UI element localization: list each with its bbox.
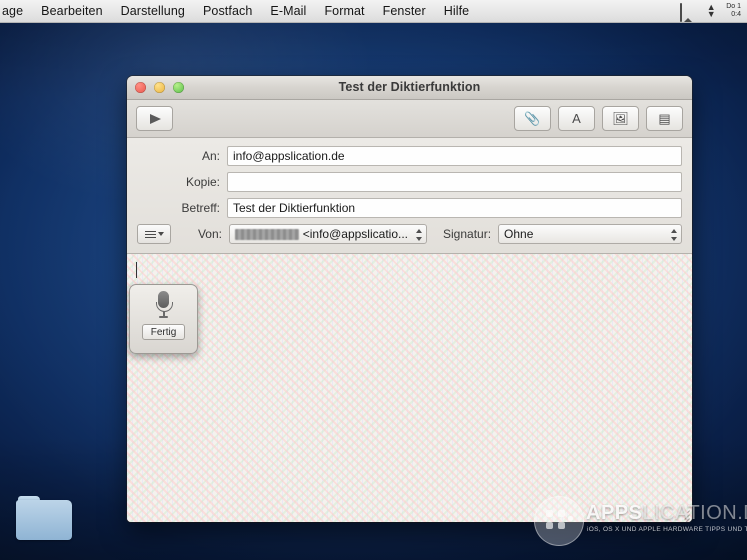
watermark-subtitle: iOS, OS X UND APPLE HARDWARE TIPPS UND T… [587, 526, 747, 533]
folder-body [16, 500, 72, 540]
toolbar-right-group: 📎 A 🖼 ▤ [514, 106, 683, 131]
airplay-icon[interactable] [680, 2, 696, 22]
window-resize-grip[interactable] [678, 508, 690, 522]
message-body[interactable]: Fertig [127, 254, 692, 522]
cc-row: Kopie: [137, 171, 682, 193]
list-lines-icon [144, 230, 156, 238]
dictation-popover: Fertig [129, 284, 198, 354]
menu-bar: age Bearbeiten Darstellung Postfach E-Ma… [0, 0, 747, 23]
clock-line-1: Do 1 [726, 3, 741, 10]
close-button[interactable] [135, 82, 146, 93]
fonts-button[interactable]: A [558, 106, 595, 131]
subject-input[interactable]: Test der Diktierfunktion [227, 198, 682, 218]
to-row: An: info@appslication.de [137, 145, 682, 167]
photo-browser-button[interactable]: 🖼 [602, 106, 639, 131]
photo-icon: 🖼 [612, 111, 629, 126]
menu-bar-clock[interactable]: Do 1 0:4 [726, 3, 743, 19]
chevron-down-icon [157, 232, 164, 236]
stationery-icon: ▤ [658, 111, 671, 126]
menu-bar-status-area: ▲ ▼ Do 1 0:4 [657, 2, 747, 22]
attach-button[interactable]: 📎 [514, 106, 551, 131]
menu-darstellung[interactable]: Darstellung [112, 0, 194, 22]
dropbox-icon[interactable] [657, 4, 673, 19]
signature-popup[interactable]: Ohne [498, 224, 682, 244]
cc-input[interactable] [227, 172, 682, 192]
text-caret [136, 262, 137, 278]
header-fields-menu-button[interactable] [137, 224, 171, 244]
compose-toolbar: 📎 A 🖼 ▤ [127, 100, 692, 138]
desktop-folder[interactable] [16, 496, 72, 542]
microphone-icon [156, 291, 173, 318]
send-icon [150, 113, 161, 124]
to-label: An: [201, 149, 220, 163]
minimize-button[interactable] [154, 82, 165, 93]
from-row: Von: <info@appslicatio... Signatur: Ohne [137, 223, 682, 245]
desktop-screen: age Bearbeiten Darstellung Postfach E-Ma… [0, 0, 747, 560]
from-label: Von: [197, 227, 222, 241]
popup-steppers-icon [415, 229, 422, 241]
send-button[interactable] [136, 106, 173, 131]
sort-arrows-icon[interactable]: ▲ ▼ [703, 2, 719, 19]
window-controls [135, 82, 184, 93]
menu-format[interactable]: Format [315, 0, 373, 22]
subject-label: Betreff: [181, 201, 220, 215]
clock-line-2: 0:4 [731, 11, 741, 18]
menu-bearbeiten[interactable]: Bearbeiten [32, 0, 111, 22]
signature-steppers-icon [670, 229, 677, 241]
signature-label: Signatur: [443, 227, 492, 241]
signature-value: Ohne [504, 227, 534, 241]
cc-label: Kopie: [185, 175, 220, 189]
menu-postfach[interactable]: Postfach [194, 0, 261, 22]
to-input[interactable]: info@appslication.de [227, 146, 682, 166]
subject-row: Betreff: Test der Diktierfunktion [137, 197, 682, 219]
from-account-popup[interactable]: <info@appslicatio... [229, 224, 427, 244]
redacted-sender-name [235, 228, 299, 240]
menu-page-truncated[interactable]: age [0, 0, 32, 22]
stationery-button[interactable]: ▤ [646, 106, 683, 131]
menu-fenster[interactable]: Fenster [374, 0, 435, 22]
compose-header-fields: An: info@appslication.de Kopie: Betreff:… [127, 138, 692, 254]
menu-email[interactable]: E-Mail [261, 0, 315, 22]
paperclip-icon: 📎 [524, 111, 541, 126]
letter-a-icon: A [572, 111, 581, 126]
window-title-bar[interactable]: Test der Diktierfunktion [127, 76, 692, 100]
menu-hilfe[interactable]: Hilfe [435, 0, 479, 22]
zoom-button[interactable] [173, 82, 184, 93]
dictation-done-button[interactable]: Fertig [142, 324, 185, 340]
window-title: Test der Diktierfunktion [338, 80, 481, 94]
from-address-text: <info@appslicatio... [302, 226, 408, 241]
mail-compose-window: Test der Diktierfunktion 📎 A 🖼 ▤ An: inf… [127, 76, 692, 522]
